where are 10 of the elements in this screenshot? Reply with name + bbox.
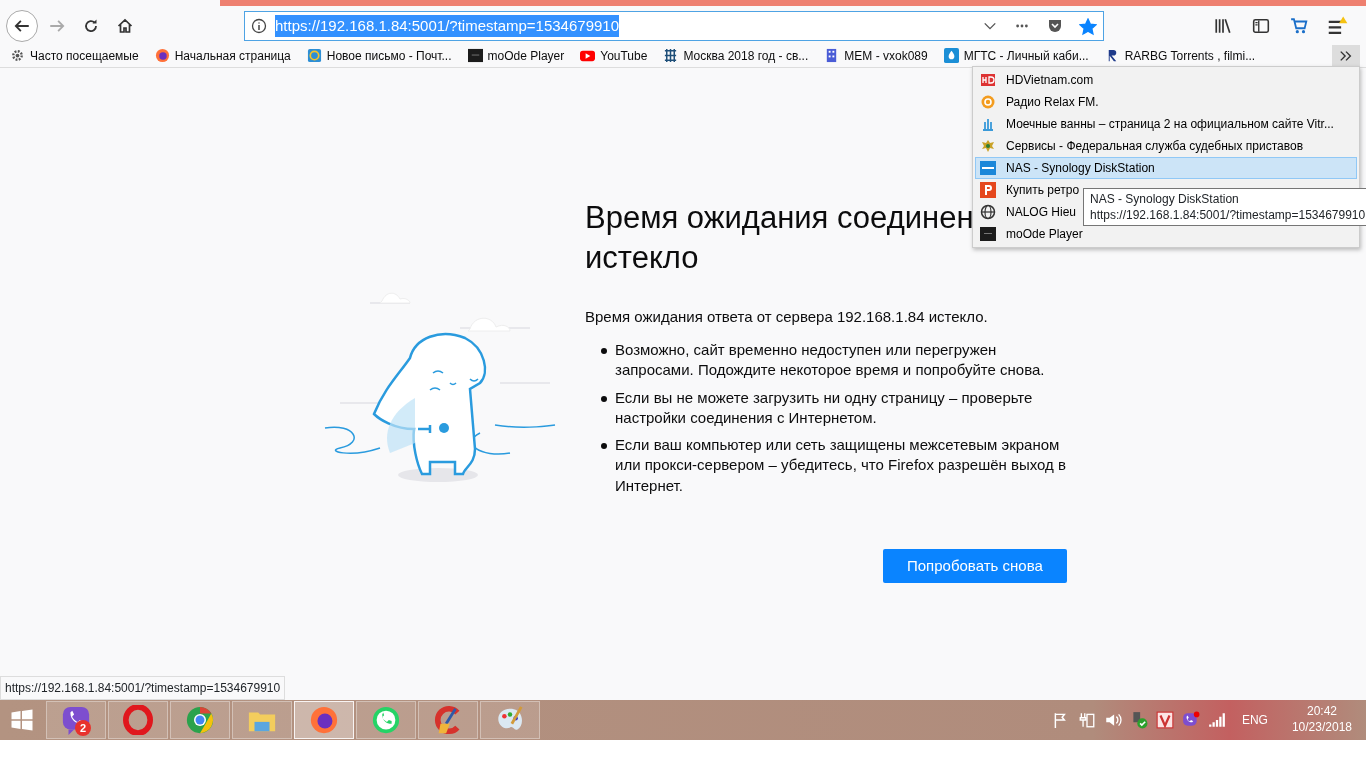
error-description: Время ожидания ответа от сервера 192.168.1.84 истекло. bbox=[585, 306, 989, 327]
tooltip-url: https://192.168.1.84:5001/?timestamp=1534679910 bbox=[1090, 207, 1366, 224]
notification-badge: 2 bbox=[75, 720, 91, 736]
suggestion-text: Возможно, сайт временно недоступен или перегружен запросами. Подождите некоторое время и попробуйте снова. bbox=[615, 340, 1046, 381]
tooltip-title: NAS - Synology DiskStation bbox=[1090, 191, 1240, 208]
status-url: https://192.168.1.84:5001/?timestamp=1534679910 bbox=[0, 676, 286, 700]
suggestion-text: Если ваш компьютер или сеть защищены межсетевым экраном или прокси-сервером – убедитесь, что Firefox разрешён выход в Интернет. bbox=[615, 435, 1067, 496]
error-title: истекло bbox=[585, 239, 699, 278]
error-title: Время ожидания соединен bbox=[585, 199, 974, 237]
suggestion-text: Если вы не можете загрузить ни одну страницу – проверьте настройки соединения с Интернетом. bbox=[615, 387, 1034, 428]
